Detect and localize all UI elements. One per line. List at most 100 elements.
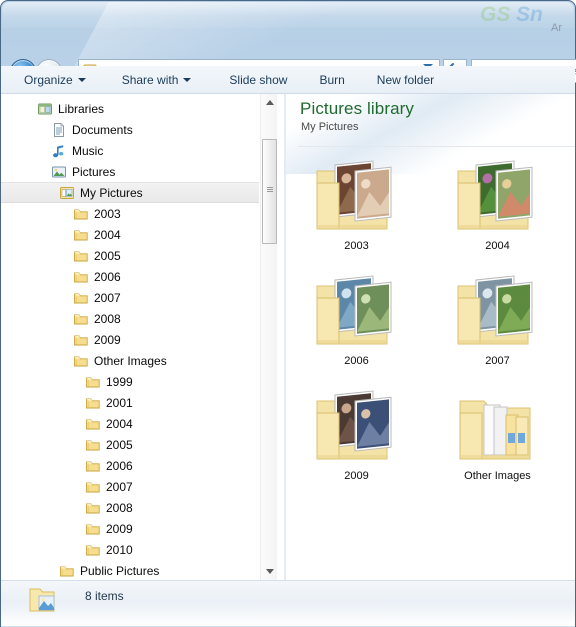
tree-item-2005[interactable]: 2005 — [1, 245, 259, 266]
toolbar-share-with-label: Share with — [121, 72, 179, 87]
content-pane[interactable]: Pictures library My Pictures 2003 2004 200… — [286, 94, 575, 580]
folder-item[interactable]: 2003 — [286, 151, 427, 266]
tree-item-2007[interactable]: 2007 — [1, 476, 259, 497]
libraries-icon — [37, 101, 53, 117]
tree-item-label: 2004 — [106, 416, 133, 431]
toolbar-burn-label: Burn — [319, 72, 345, 87]
title-bar — [1, 1, 575, 26]
tree-item-1999[interactable]: 1999 — [1, 371, 259, 392]
tree-item-2003[interactable]: 2003 — [1, 203, 259, 224]
folder-icon — [73, 227, 89, 243]
folder-icon — [85, 437, 101, 453]
tree-item-2009[interactable]: 2009 — [1, 518, 259, 539]
tree-item-label: Libraries — [58, 101, 105, 116]
tree-item-my-pictures[interactable]: My Pictures — [1, 182, 259, 203]
page-title: Pictures library — [300, 99, 415, 118]
tree-item-label: Pictures — [72, 164, 116, 179]
tree-item-label: Other Images — [94, 353, 167, 368]
folder-icon — [85, 416, 101, 432]
tree-item-music[interactable]: Music — [1, 140, 259, 161]
tree-item-label: 2003 — [94, 206, 121, 221]
tree-item-2005[interactable]: 2005 — [1, 434, 259, 455]
document-icon — [51, 122, 67, 138]
tree-item-public-pictures[interactable]: Public Pictures — [1, 560, 259, 580]
tree-item-label: 2010 — [106, 542, 133, 557]
chevron-down-icon — [183, 77, 192, 82]
photo-folder-icon — [309, 385, 405, 469]
file-icon-grid: 2003 2004 2006 2007 2009 Other Images — [286, 151, 575, 496]
picture-folder-icon — [27, 584, 63, 616]
tree-item-2006[interactable]: 2006 — [1, 266, 259, 287]
scrollbar-thumb[interactable] — [262, 139, 277, 244]
folder-item-label: 2003 — [344, 240, 369, 252]
folder-icon — [73, 332, 89, 348]
tree-item-libraries[interactable]: Libraries — [1, 98, 259, 119]
tree-item-label: 2008 — [94, 311, 121, 326]
toolbar-burn-button[interactable]: Burn — [310, 70, 353, 90]
folder-item[interactable]: 2009 — [286, 381, 427, 496]
tree-item-label: 2005 — [94, 248, 121, 263]
tree-item-other-images[interactable]: Other Images — [1, 350, 259, 371]
photo-folder-icon — [309, 155, 405, 239]
my-pictures-icon — [59, 185, 75, 201]
folder-item-label: 2007 — [485, 355, 510, 367]
folder-icon — [73, 248, 89, 264]
folder-item[interactable]: Other Images — [427, 381, 568, 496]
tree-item-label: 2006 — [106, 458, 133, 473]
nested-folder-icon — [450, 385, 546, 469]
navigation-bar: ▸ Libraries ▸ Pictures ▸ My Pictures ▸ S… — [0, 26, 576, 85]
tree-item-2001[interactable]: 2001 — [1, 392, 259, 413]
tree-item-2006[interactable]: 2006 — [1, 455, 259, 476]
pictures-icon — [51, 164, 67, 180]
navigation-pane: Libraries Documents Music Pictures My Pictur… — [1, 94, 285, 580]
scrollbar-grip — [267, 187, 273, 193]
chevron-down-icon — [77, 77, 86, 82]
tree-item-2010[interactable]: 2010 — [1, 539, 259, 560]
photo-folder-icon — [450, 155, 546, 239]
library-header: Pictures library My Pictures — [286, 94, 575, 145]
tree-item-label: 2007 — [94, 290, 121, 305]
folder-item[interactable]: 2007 — [427, 266, 568, 381]
toolbar-organize-label: Organize — [24, 72, 73, 87]
tree-item-2008[interactable]: 2008 — [1, 497, 259, 518]
tree-item-label: 2008 — [106, 500, 133, 515]
navigation-pane-scrollbar[interactable] — [260, 94, 277, 580]
folder-icon — [85, 500, 101, 516]
folder-icon — [73, 269, 89, 285]
photo-folder-icon — [450, 270, 546, 354]
tree-item-2009[interactable]: 2009 — [1, 329, 259, 350]
folder-icon — [85, 395, 101, 411]
tree-item-label: Documents — [72, 122, 133, 137]
folder-item-label: 2006 — [344, 355, 369, 367]
tree-item-documents[interactable]: Documents — [1, 119, 259, 140]
tree-item-label: 2005 — [106, 437, 133, 452]
toolbar-new-folder-button[interactable]: New folder — [368, 70, 443, 90]
tree-item-label: 2004 — [94, 227, 121, 242]
tree-item-label: My Pictures — [80, 185, 143, 200]
tree-item-2007[interactable]: 2007 — [1, 287, 259, 308]
tree-item-label: 2009 — [94, 332, 121, 347]
music-note-icon — [51, 143, 67, 159]
scroll-down-arrow-icon[interactable] — [261, 563, 278, 580]
folder-tree: Libraries Documents Music Pictures My Pictur… — [1, 98, 259, 580]
folder-item-label: 2004 — [485, 240, 510, 252]
tree-item-2008[interactable]: 2008 — [1, 308, 259, 329]
folder-icon — [73, 353, 89, 369]
tree-item-2004[interactable]: 2004 — [1, 413, 259, 434]
arrange-by-label[interactable]: Ar — [551, 22, 562, 34]
tree-item-2004[interactable]: 2004 — [1, 224, 259, 245]
command-toolbar: Organize Share with Slide show Burn New … — [1, 66, 575, 94]
folder-icon — [73, 290, 89, 306]
folder-item[interactable]: 2006 — [286, 266, 427, 381]
tree-item-pictures[interactable]: Pictures — [1, 161, 259, 182]
toolbar-slide-show-button[interactable]: Slide show — [220, 70, 296, 90]
folder-item[interactable]: 2004 — [427, 151, 568, 266]
toolbar-new-folder-label: New folder — [376, 72, 435, 87]
scroll-up-arrow-icon[interactable] — [261, 94, 278, 111]
toolbar-organize-button[interactable]: Organize — [15, 70, 95, 90]
folder-item-label: 2009 — [344, 470, 369, 482]
toolbar-share-with-button[interactable]: Share with — [113, 70, 201, 90]
folder-item-label: Other Images — [464, 470, 531, 482]
tree-item-label: 2001 — [106, 395, 133, 410]
folder-icon — [85, 542, 101, 558]
